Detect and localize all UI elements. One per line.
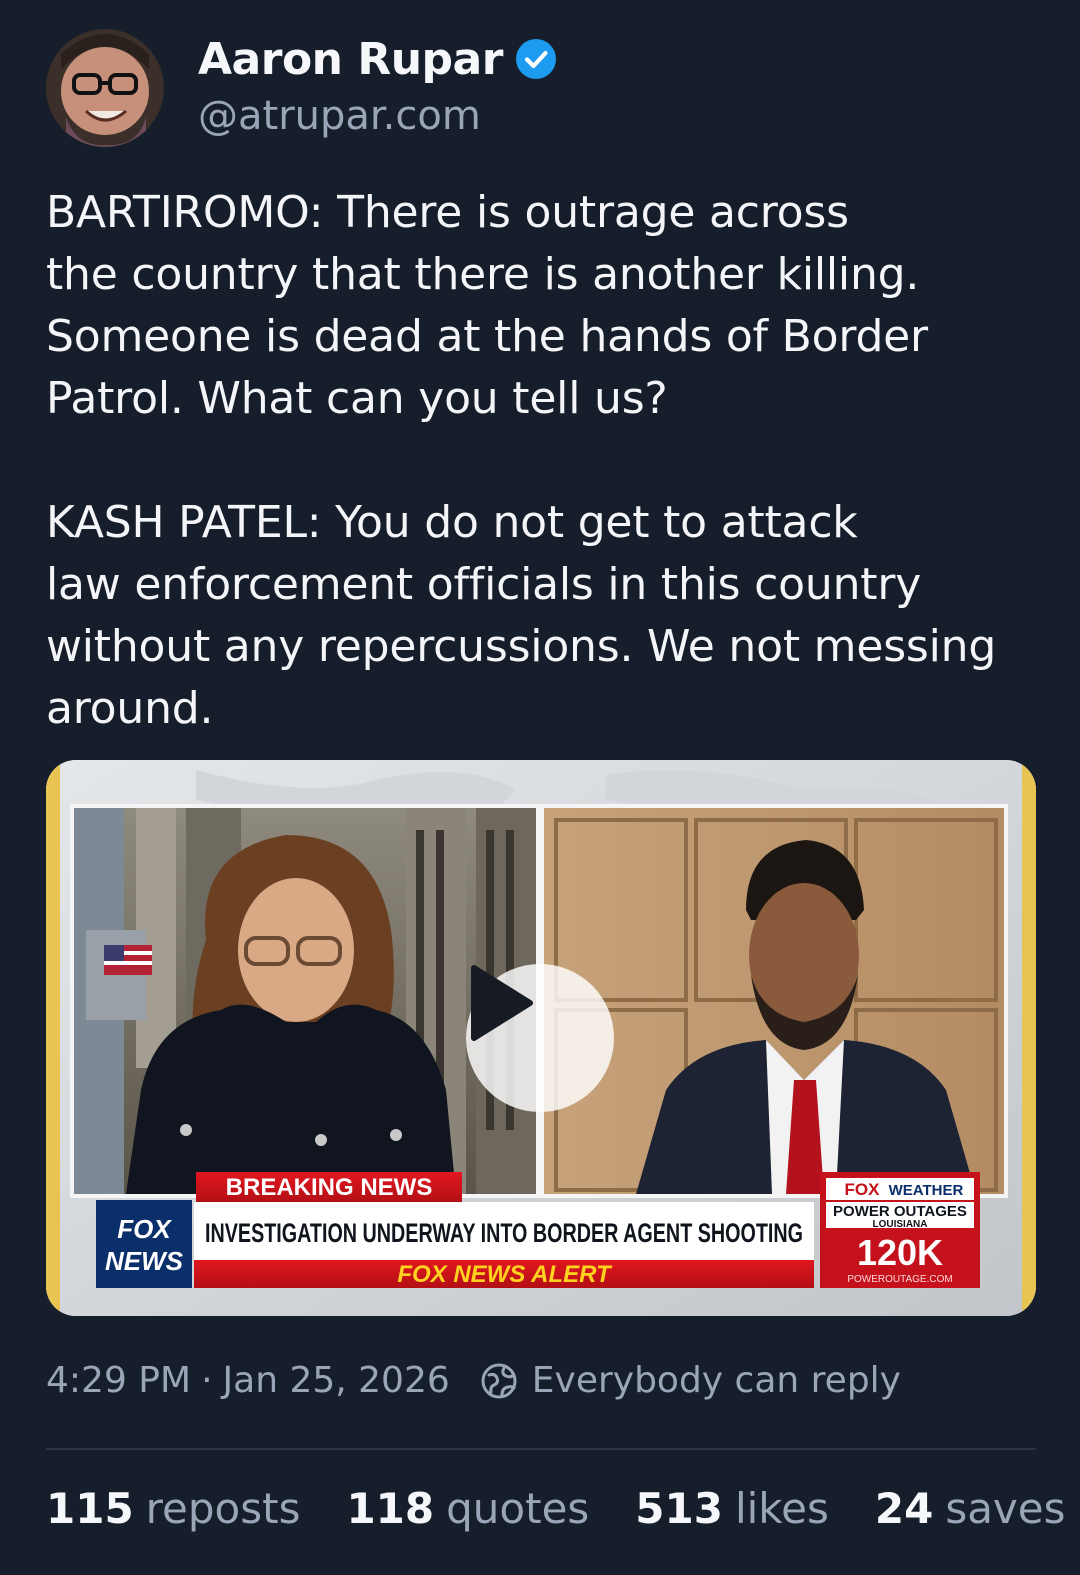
play-button[interactable]	[466, 964, 614, 1112]
likes-stat[interactable]: 513 likes	[635, 1484, 829, 1533]
post-time[interactable]: 4:29 PM	[46, 1360, 191, 1401]
quotes-label: quotes	[446, 1484, 590, 1533]
saves-count: 24	[874, 1484, 934, 1533]
logo-top-text: FOX	[117, 1214, 172, 1244]
post-text: BARTIROMO: There is outrage across the c…	[46, 187, 997, 734]
weather-brand-b: WEATHER	[889, 1182, 964, 1199]
reposts-count: 115	[46, 1484, 134, 1533]
weather-value: 120K	[857, 1232, 943, 1273]
weather-source: POWEROUTAGE.COM	[847, 1274, 952, 1285]
weather-title: POWER OUTAGES	[833, 1203, 967, 1220]
weather-region: LOUISIANA	[873, 1219, 928, 1230]
reposts-stat[interactable]: 115 reposts	[46, 1484, 300, 1533]
headline-text: INVESTIGATION UNDERWAY INTO BORDER AGENT…	[205, 1218, 803, 1248]
divider	[46, 1448, 1036, 1450]
handle[interactable]: @atrupar.com	[198, 93, 557, 139]
display-name[interactable]: Aaron Rupar	[198, 34, 503, 85]
play-icon	[471, 965, 533, 1041]
reply-setting[interactable]: Everybody can reply	[480, 1360, 901, 1401]
saves-label: saves	[945, 1484, 1066, 1533]
alert-text: FOX NEWS ALERT	[397, 1261, 613, 1288]
post-header: Aaron Rupar @atrupar.com	[46, 28, 1036, 148]
quotes-stat[interactable]: 118 quotes	[346, 1484, 589, 1533]
logo-bottom-text: NEWS	[105, 1246, 184, 1276]
post-stats: 115 reposts 118 quotes 513 likes 24 saves	[46, 1484, 1066, 1533]
weather-brand-a: FOX	[845, 1180, 881, 1199]
post-date[interactable]: Jan 25, 2026	[223, 1360, 450, 1401]
verified-badge-icon	[515, 39, 556, 79]
post: Aaron Rupar @atrupar.com BARTIROMO: Ther…	[46, 28, 1066, 1533]
saves-stat[interactable]: 24 saves	[875, 1484, 1066, 1533]
globe-icon	[481, 1363, 517, 1398]
likes-label: likes	[734, 1484, 829, 1533]
author-info: Aaron Rupar @atrupar.com	[198, 31, 557, 139]
reply-setting-label: Everybody can reply	[531, 1360, 901, 1401]
post-meta: 4:29 PM · Jan 25, 2026 Everybody can rep…	[46, 1360, 1036, 1401]
likes-count: 513	[635, 1484, 723, 1533]
breaking-label: BREAKING NEWS	[226, 1174, 433, 1201]
reposts-label: reposts	[145, 1484, 301, 1533]
meta-separator: ·	[201, 1360, 213, 1401]
quotes-count: 118	[346, 1484, 435, 1533]
name-row: Aaron Rupar	[198, 31, 557, 87]
avatar[interactable]	[46, 29, 164, 147]
video-player[interactable]: BREAKING NEWS FOX NEWS INVESTIGATION UND…	[46, 760, 1036, 1316]
